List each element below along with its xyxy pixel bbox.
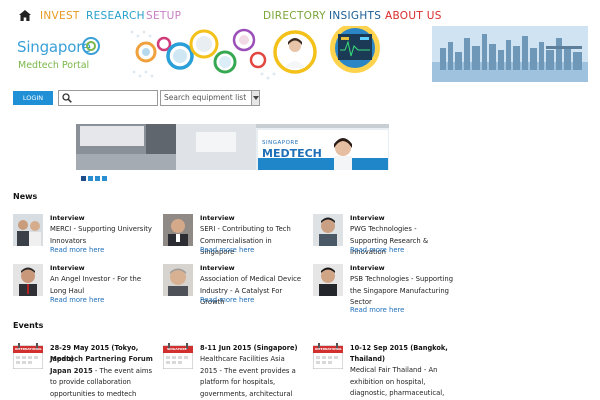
chevron-down-icon	[251, 91, 259, 105]
nav-invest[interactable]: INVEST	[40, 10, 80, 22]
search-icon	[62, 93, 72, 103]
news-item: Interview PWG Technologies - Supporting …	[313, 214, 453, 258]
nav-about-us[interactable]: ABOUT US	[385, 10, 442, 22]
news-item: Interview PSB Technologies - Supporting …	[313, 264, 453, 320]
news-thumbnail[interactable]	[13, 214, 43, 246]
read-more-link[interactable]: Read more here	[200, 296, 254, 304]
news-type: Interview	[350, 264, 385, 272]
event-summary: Healthcare Facilities Asia 2015 - The ev…	[200, 355, 296, 398]
calendar-badge: INTERNATIONAL	[315, 347, 343, 351]
news-item: Interview An Angel Investor - For the Lo…	[13, 264, 153, 308]
news-item: Interview Association of Medical Device …	[163, 264, 303, 308]
logo-swirl-icon	[82, 37, 100, 55]
news-type: Interview	[50, 264, 85, 272]
event-description[interactable]: Medtech Partnering Forum Japan 2015 - Th…	[50, 354, 153, 400]
slider-dot[interactable]	[81, 176, 86, 181]
event-description[interactable]: Medical Fair Thailand - An exhibition on…	[350, 365, 453, 400]
news-type: Interview	[350, 214, 385, 222]
news-title[interactable]: MERCI - Supporting University Innovators	[50, 224, 155, 247]
slider-dot[interactable]	[102, 176, 107, 181]
site-logo[interactable]: Singapore Medtech Portal	[17, 37, 100, 71]
news-title[interactable]: PSB Technologies - Supporting the Singap…	[350, 274, 455, 309]
events-heading: Events	[13, 321, 44, 330]
slider-dot[interactable]	[88, 176, 93, 181]
equipment-select-label: Search equipment list	[164, 93, 247, 102]
news-title[interactable]: An Angel Investor - For the Long Haul	[50, 274, 155, 297]
event-description[interactable]: Healthcare Facilities Asia 2015 - The ev…	[200, 354, 303, 400]
slide-caption-brand: MEDTECH	[262, 147, 322, 160]
read-more-link[interactable]: Read more here	[350, 306, 404, 314]
calendar-badge: SINGAPORE	[167, 347, 187, 351]
read-more-link[interactable]: Read more here	[350, 246, 404, 254]
event-item: INTERNATIONAL 28-29 May 2015 (Tokyo, Jap…	[13, 343, 153, 400]
nav-insights[interactable]: INSIGHTS	[329, 10, 381, 22]
news-item: Interview MERCI - Supporting University …	[13, 214, 153, 258]
news-heading: News	[13, 192, 38, 201]
equipment-search-select[interactable]: Search equipment list	[160, 90, 260, 106]
event-summary: Medical Fair Thailand - An exhibition on…	[350, 366, 445, 397]
event-date: 8-11 Jun 2015 (Singapore)	[200, 344, 298, 352]
news-item: Interview SERI - Contributing to Tech Co…	[163, 214, 303, 258]
header-banner: Singapore Medtech Portal	[12, 26, 588, 82]
search-input[interactable]	[58, 90, 158, 106]
news-type: Interview	[200, 264, 235, 272]
news-type: Interview	[200, 214, 235, 222]
read-more-link[interactable]: Read more here	[50, 246, 104, 254]
home-icon[interactable]	[19, 10, 31, 21]
login-button[interactable]: LOGIN	[13, 91, 53, 105]
slide-caption-small: SINGAPORE	[262, 140, 299, 146]
slide-image	[76, 124, 389, 170]
nav-research[interactable]: RESEARCH	[86, 10, 145, 22]
read-more-link[interactable]: Read more here	[50, 296, 104, 304]
news-thumbnail[interactable]	[163, 214, 193, 246]
slider-dot[interactable]	[95, 176, 100, 181]
event-item: INTERNATIONAL 10-12 Sep 2015 (Bangkok, T…	[313, 343, 453, 400]
event-date: 10-12 Sep 2015 (Bangkok, Thailand)	[350, 344, 448, 363]
image-slider[interactable]: SINGAPORE MEDTECH	[76, 124, 389, 170]
top-navigation: INVEST RESEARCH SETUP DIRECTORY INSIGHTS…	[0, 0, 600, 26]
news-thumbnail[interactable]	[163, 264, 193, 296]
nav-directory[interactable]: DIRECTORY	[263, 10, 326, 22]
calendar-badge: INTERNATIONAL	[15, 347, 43, 351]
logo-subtitle: Medtech Portal	[18, 60, 90, 71]
news-thumbnail[interactable]	[313, 214, 343, 246]
news-thumbnail[interactable]	[313, 264, 343, 296]
event-item: SINGAPORE 8-11 Jun 2015 (Singapore) Heal…	[163, 343, 303, 400]
news-thumbnail[interactable]	[13, 264, 43, 296]
read-more-link[interactable]: Read more here	[200, 246, 254, 254]
news-type: Interview	[50, 214, 85, 222]
nav-setup[interactable]: SETUP	[146, 10, 181, 22]
